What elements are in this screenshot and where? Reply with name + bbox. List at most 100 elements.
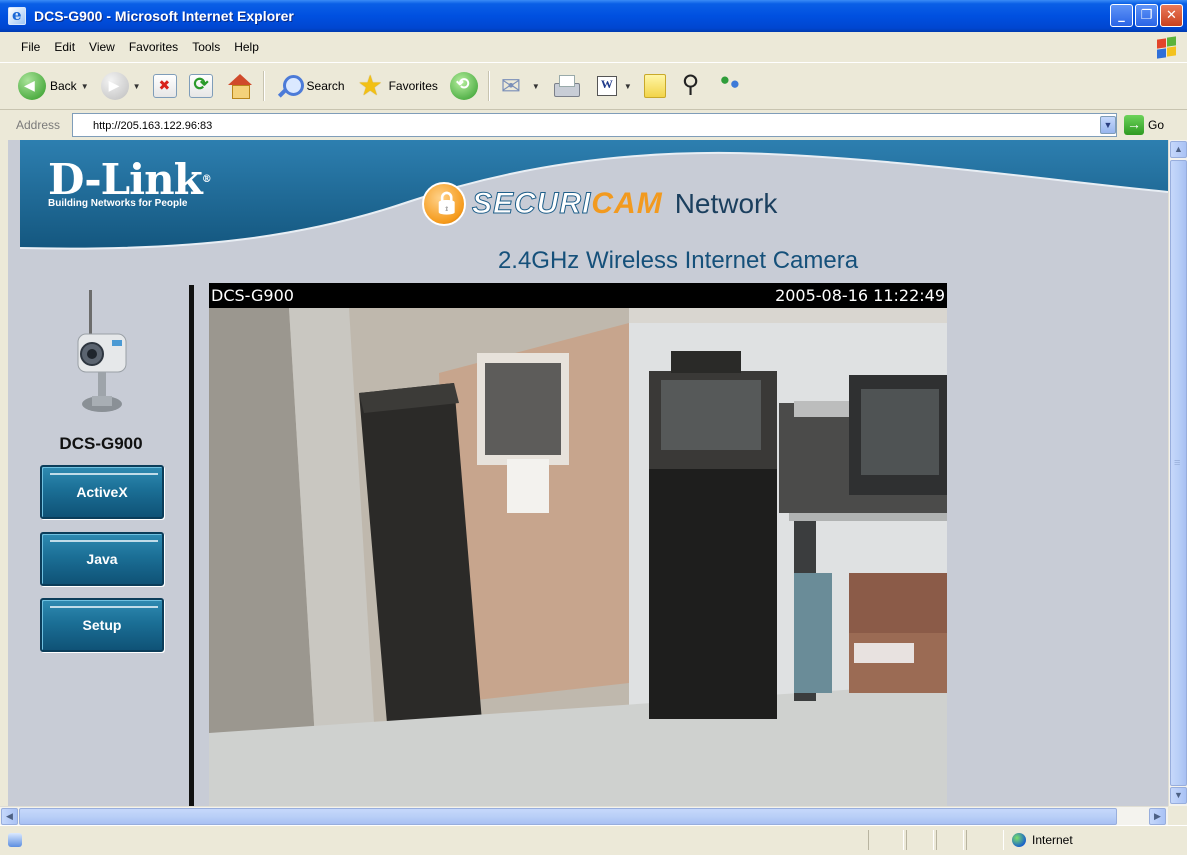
history-icon	[449, 72, 478, 100]
notes-button[interactable]	[640, 68, 670, 104]
model-label: DCS-G900	[59, 434, 143, 453]
menu-edit[interactable]: Edit	[47, 37, 82, 57]
brand-tagline: Building Networks for People	[48, 198, 188, 209]
status-cell	[936, 830, 964, 850]
menu-help[interactable]: Help	[227, 37, 266, 57]
go-arrow-icon: →	[1124, 115, 1144, 135]
securicam-text-a: SECURI	[471, 187, 592, 221]
edit-button[interactable]: ▼	[588, 68, 636, 104]
page-viewport: D-Link® Building Networks for People SEC…	[8, 140, 1168, 806]
security-zone: Internet	[1012, 833, 1073, 847]
go-label: Go	[1148, 118, 1165, 132]
horizontal-scroll-thumb[interactable]	[19, 808, 1117, 825]
dlink-logo: D-Link® Building Networks for People	[48, 155, 212, 210]
back-arrow-icon	[18, 72, 46, 100]
window-title: DCS-G900 - Microsoft Internet Explorer	[34, 8, 294, 24]
camera-product-image	[77, 290, 127, 412]
lock-icon	[422, 182, 466, 226]
search-button[interactable]: Search	[271, 68, 349, 104]
forward-dropdown-icon[interactable]: ▼	[133, 82, 141, 91]
title-bar: DCS-G900 - Microsoft Internet Explorer _…	[0, 0, 1187, 32]
scroll-left-icon[interactable]: ◀	[1, 808, 18, 825]
scroll-up-icon[interactable]: ▲	[1170, 141, 1187, 158]
forward-button[interactable]: ▼	[97, 68, 145, 104]
refresh-button[interactable]	[185, 68, 217, 104]
page-status-icon	[8, 833, 22, 847]
product-title: 2.4GHz Wireless Internet Camera	[497, 247, 859, 274]
stop-button[interactable]	[149, 68, 181, 104]
vertical-scroll-thumb[interactable]	[1170, 160, 1187, 786]
menu-file[interactable]: File	[14, 37, 47, 57]
windows-flag-icon	[1155, 36, 1177, 59]
research-button[interactable]	[674, 68, 710, 104]
home-button[interactable]	[221, 68, 257, 104]
go-button[interactable]: → Go	[1124, 115, 1164, 135]
print-icon	[552, 72, 580, 100]
securicam-logo: SECURICAM Network	[422, 182, 777, 226]
window-controls: _ ❐ ✕	[1110, 4, 1183, 27]
close-button[interactable]: ✕	[1160, 4, 1183, 27]
note-icon	[643, 74, 666, 98]
research-icon	[678, 70, 706, 100]
scroll-down-icon[interactable]: ▼	[1170, 787, 1187, 804]
status-bar: Internet	[0, 825, 1187, 855]
toolbar-separator	[487, 71, 490, 101]
toolbar: Back ▼ ▼ Search Favorites ▼ ▼	[0, 63, 1187, 110]
stop-icon	[152, 74, 177, 98]
brand-name: D-Link	[48, 155, 203, 204]
video-overlay-bar: DCS-G900 2005-08-16 11:22:49	[209, 283, 947, 308]
edit-dropdown-icon[interactable]: ▼	[624, 82, 632, 91]
favorites-button[interactable]: Favorites	[353, 68, 442, 104]
video-camera-name: DCS-G900	[211, 286, 294, 305]
maximize-button[interactable]: ❐	[1135, 4, 1158, 27]
video-stream: DCS-G900 2005-08-16 11:22:49	[209, 283, 947, 806]
search-icon	[275, 72, 304, 100]
messenger-icon	[718, 70, 746, 100]
ie-app-icon[interactable]	[8, 6, 26, 25]
address-bar: Address http://205.163.122.96:83 ▼ → Go	[0, 110, 1187, 140]
status-cell	[906, 830, 934, 850]
back-dropdown-icon[interactable]: ▼	[81, 82, 89, 91]
back-button[interactable]: Back ▼	[14, 68, 93, 104]
globe-icon	[1012, 833, 1026, 847]
messenger-button[interactable]	[714, 68, 750, 104]
menu-tools[interactable]: Tools	[185, 37, 227, 57]
video-timestamp: 2005-08-16 11:22:49	[775, 286, 945, 305]
mail-dropdown-icon[interactable]: ▼	[532, 82, 540, 91]
address-input[interactable]: http://205.163.122.96:83	[72, 113, 1117, 137]
vertical-divider	[189, 285, 194, 806]
scrollbar-corner	[1168, 806, 1187, 825]
mail-button[interactable]: ▼	[496, 68, 544, 104]
securicam-network-text: Network	[674, 188, 778, 219]
scroll-right-icon[interactable]: ▶	[1149, 808, 1166, 825]
zone-label: Internet	[1032, 833, 1073, 847]
minimize-button[interactable]: _	[1110, 4, 1133, 27]
securicam-text-b: CAM	[591, 187, 663, 220]
menu-view[interactable]: View	[82, 37, 122, 57]
activex-button[interactable]: ActiveX	[40, 465, 164, 519]
print-button[interactable]	[548, 68, 584, 104]
setup-button[interactable]: Setup	[40, 598, 164, 652]
menu-favorites[interactable]: Favorites	[122, 37, 185, 57]
home-icon	[225, 72, 253, 100]
forward-arrow-icon	[100, 72, 129, 100]
word-icon	[592, 72, 620, 100]
address-label: Address	[16, 118, 61, 132]
menu-bar: File Edit View Favorites Tools Help	[0, 32, 1187, 63]
brand-registered-mark: ®	[201, 174, 212, 185]
horizontal-scrollbar[interactable]: ◀ ▶	[0, 806, 1168, 825]
status-cell	[966, 830, 1004, 850]
search-label: Search	[306, 79, 345, 93]
address-dropdown-icon[interactable]: ▼	[1100, 116, 1116, 134]
refresh-icon	[188, 74, 213, 98]
favorites-star-icon	[357, 69, 385, 102]
status-cell	[868, 830, 904, 850]
mail-icon	[500, 72, 528, 101]
back-label: Back	[50, 79, 77, 93]
toolbar-separator	[262, 71, 265, 101]
favorites-label: Favorites	[388, 79, 438, 93]
history-button[interactable]	[446, 68, 482, 104]
java-button[interactable]: Java	[40, 532, 164, 586]
camera-scene-image	[209, 283, 947, 806]
vertical-scrollbar[interactable]: ▲ ▼	[1168, 140, 1187, 806]
